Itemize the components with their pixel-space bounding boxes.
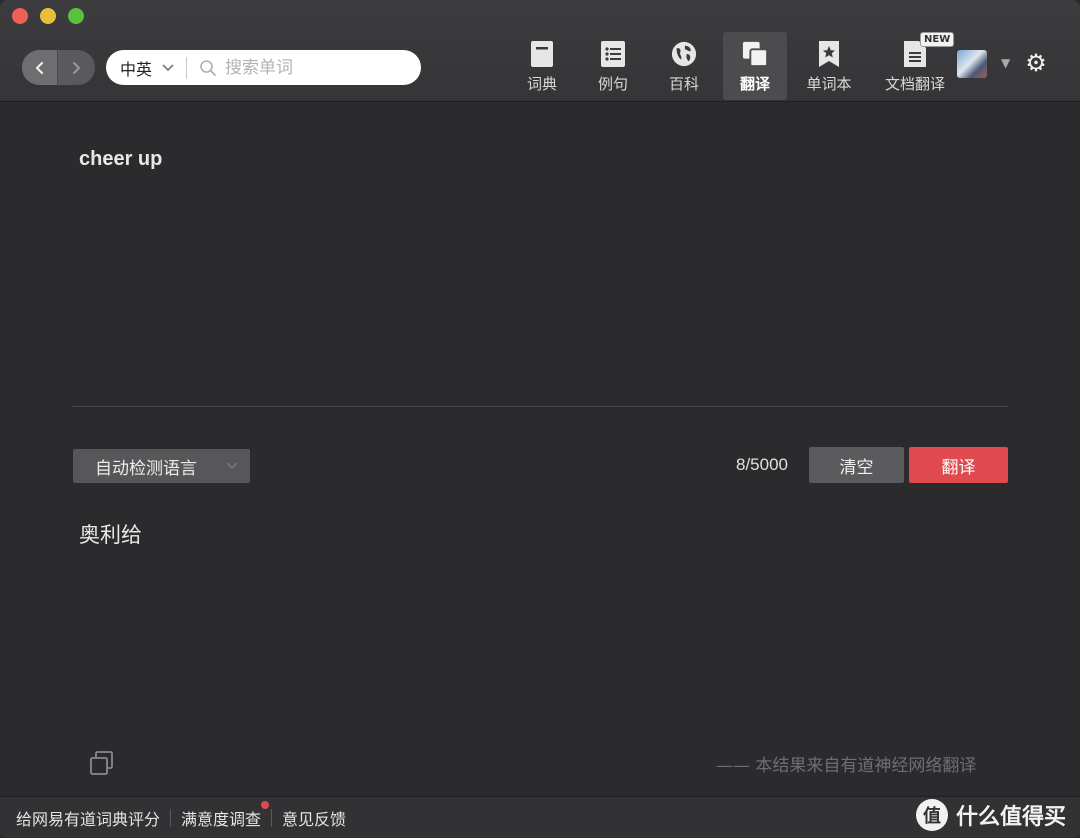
tab-translate-label: 翻译 (739, 75, 770, 93)
brand-text: 什么值得买 (955, 805, 1066, 830)
brand-mark-icon: 值 (915, 799, 948, 831)
search-bar: 中英 (106, 50, 421, 85)
translation-source-note: —— 本结果来自有道神经网络翻译 (716, 756, 977, 776)
translate-button[interactable]: 翻译 (909, 447, 1008, 483)
globe-icon (671, 41, 697, 67)
survey-link-label: 满意度调查 (181, 809, 262, 829)
tab-examples[interactable]: 例句 (581, 32, 645, 100)
chevron-down-icon (226, 462, 238, 470)
toolbar: 中英 词典 例句 百科 翻译 (0, 0, 1080, 102)
main-tabs: 词典 例句 百科 翻译 单词本 文档翻译 NEW (510, 32, 958, 100)
bottom-divider (271, 808, 273, 827)
chevron-right-icon (73, 61, 80, 74)
chevron-left-icon (35, 61, 43, 74)
tab-translate[interactable]: 翻译 (723, 32, 787, 100)
source-text[interactable]: cheer up (79, 148, 162, 171)
tab-vocabulary-label: 单词本 (806, 75, 852, 93)
caret-down-icon[interactable]: ▼ (1001, 56, 1010, 70)
bottom-divider (170, 808, 172, 827)
character-counter: 8/5000 (736, 455, 788, 474)
survey-link[interactable]: 满意度调查 (181, 800, 270, 830)
chevron-down-icon (162, 63, 174, 71)
rate-app-link[interactable]: 给网易有道词典评分 (16, 806, 160, 830)
translation-result: 奥利给 (79, 523, 142, 547)
gear-icon[interactable]: ⚙ (1023, 50, 1049, 76)
tab-encyclopedia[interactable]: 百科 (652, 32, 716, 100)
tab-document-translate[interactable]: 文档翻译 NEW (872, 32, 958, 100)
notification-dot (261, 800, 270, 809)
language-detect-label: 自动检测语言 (95, 458, 197, 479)
history-nav (22, 50, 95, 85)
tab-document-translate-label: 文档翻译 (884, 75, 945, 93)
back-button[interactable] (22, 50, 58, 85)
translate-icon (742, 41, 768, 67)
app-window: 中英 词典 例句 百科 翻译 (0, 0, 1080, 838)
zoom-window-button[interactable] (68, 8, 84, 24)
tab-examples-label: 例句 (597, 75, 628, 93)
language-selector[interactable]: 中英 (106, 56, 186, 80)
tab-dictionary[interactable]: 词典 (510, 32, 574, 100)
forward-button[interactable] (58, 50, 94, 85)
tab-encyclopedia-label: 百科 (668, 75, 699, 93)
clear-button[interactable]: 清空 (809, 447, 904, 483)
list-icon (601, 41, 625, 67)
input-divider (72, 406, 1008, 407)
minimize-window-button[interactable] (40, 8, 56, 24)
close-window-button[interactable] (12, 8, 28, 24)
new-badge: NEW (920, 32, 955, 47)
avatar[interactable] (957, 50, 987, 78)
search-input[interactable] (225, 57, 415, 78)
language-selector-label: 中英 (120, 59, 153, 79)
tab-vocabulary[interactable]: 单词本 (789, 32, 869, 100)
book-icon (531, 41, 553, 67)
copy-icon[interactable] (89, 750, 115, 776)
tab-dictionary-label: 词典 (526, 75, 557, 93)
search-divider (186, 56, 187, 79)
feedback-link[interactable]: 意见反馈 (282, 806, 346, 830)
search-icon (200, 59, 216, 76)
language-detect-dropdown[interactable]: 自动检测语言 (73, 449, 250, 483)
watermark-logo: 值 什么值得买 (915, 799, 1066, 831)
bookmark-star-icon (819, 41, 839, 67)
